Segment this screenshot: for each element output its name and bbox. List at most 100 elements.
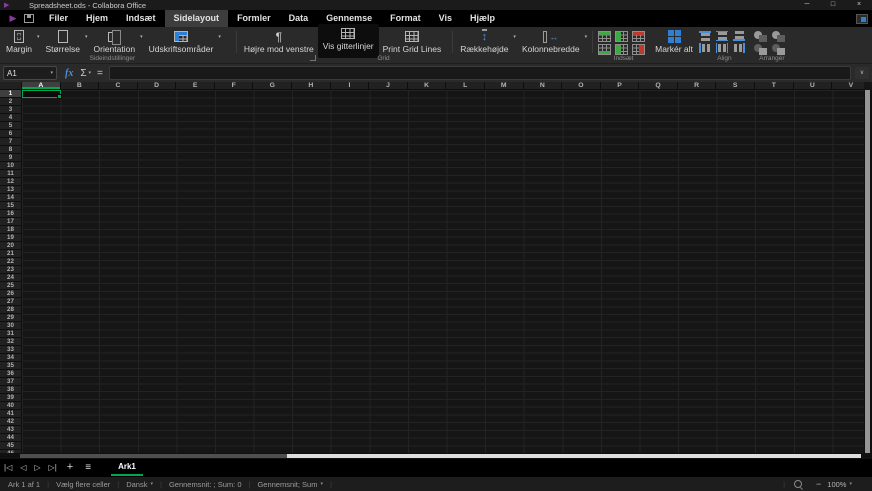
row-header-10[interactable]: 10	[0, 162, 21, 170]
row-header-20[interactable]: 20	[0, 242, 21, 250]
row-header-1[interactable]: 1	[0, 90, 21, 98]
row-header-28[interactable]: 28	[0, 306, 21, 314]
row-header-16[interactable]: 16	[0, 210, 21, 218]
show-gridlines-button[interactable]: Vis gitterlinjer	[317, 24, 379, 58]
sheet-tab-ark1[interactable]: Ark1	[111, 459, 143, 476]
minimize-button[interactable]: ─	[794, 0, 820, 10]
delete-columns-icon[interactable]	[632, 44, 646, 55]
column-header-U[interactable]: U	[794, 82, 833, 89]
column-header-R[interactable]: R	[678, 82, 717, 89]
menu-item-formler[interactable]: Formler	[228, 10, 280, 27]
select-all-corner[interactable]	[0, 82, 22, 90]
row-header-37[interactable]: 37	[0, 378, 21, 386]
row-header-6[interactable]: 6	[0, 130, 21, 138]
orientation-button[interactable]: Orientation	[90, 28, 140, 54]
column-header-Q[interactable]: Q	[639, 82, 678, 89]
column-header-A[interactable]: A	[22, 82, 61, 89]
sum-icon[interactable]: Σ	[80, 68, 86, 79]
column-header-M[interactable]: M	[485, 82, 524, 89]
column-header-S[interactable]: S	[716, 82, 755, 89]
function-wizard-icon[interactable]: fx	[65, 68, 73, 79]
row-header-24[interactable]: 24	[0, 274, 21, 282]
row-header-26[interactable]: 26	[0, 290, 21, 298]
column-header-H[interactable]: H	[292, 82, 331, 89]
first-sheet-icon[interactable]: |◁	[0, 459, 16, 476]
column-header-K[interactable]: K	[408, 82, 447, 89]
column-width-dropdown-icon[interactable]: ▾	[585, 34, 588, 40]
column-header-J[interactable]: J	[369, 82, 408, 89]
row-header-41[interactable]: 41	[0, 410, 21, 418]
row-header-31[interactable]: 31	[0, 330, 21, 338]
delete-rows-icon[interactable]	[632, 31, 646, 42]
row-header-18[interactable]: 18	[0, 226, 21, 234]
row-header-34[interactable]: 34	[0, 354, 21, 362]
menu-item-vis[interactable]: Vis	[430, 10, 461, 27]
zoom-dropdown-icon[interactable]: ▾	[849, 481, 852, 487]
row-header-14[interactable]: 14	[0, 194, 21, 202]
notebookbar-menu-icon[interactable]	[856, 13, 868, 24]
vertical-scrollbar[interactable]	[864, 90, 872, 453]
row-header-17[interactable]: 17	[0, 218, 21, 226]
column-header-V[interactable]: V	[832, 82, 864, 89]
bring-forward-icon[interactable]	[772, 31, 786, 42]
row-header-7[interactable]: 7	[0, 138, 21, 146]
row-header-32[interactable]: 32	[0, 338, 21, 346]
column-header-E[interactable]: E	[176, 82, 215, 89]
row-header-39[interactable]: 39	[0, 394, 21, 402]
last-sheet-icon[interactable]: ▷|	[45, 459, 61, 476]
row-header-5[interactable]: 5	[0, 122, 21, 130]
name-box[interactable]: A1 ▾	[3, 66, 57, 80]
row-header-43[interactable]: 43	[0, 426, 21, 434]
menu-item-hjem[interactable]: Hjem	[77, 10, 117, 27]
menu-item-data[interactable]: Data	[280, 10, 318, 27]
print-grid-lines-button[interactable]: Print Grid Lines	[379, 28, 446, 54]
row-header-33[interactable]: 33	[0, 346, 21, 354]
print-ranges-button[interactable]: Udskriftsområder	[145, 28, 218, 54]
selection-mode-status[interactable]: Vælg flere celler	[56, 480, 110, 489]
row-header-25[interactable]: 25	[0, 282, 21, 290]
row-height-button[interactable]: ↕ Rækkehøjde	[456, 28, 512, 54]
column-header-G[interactable]: G	[253, 82, 293, 89]
insert-rows-above-icon[interactable]	[598, 31, 612, 42]
row-header-23[interactable]: 23	[0, 266, 21, 274]
name-box-dropdown-icon[interactable]: ▾	[50, 70, 53, 76]
maximize-button[interactable]: □	[820, 0, 846, 10]
menu-item-indsaet[interactable]: Indsæt	[117, 10, 165, 27]
column-header-D[interactable]: D	[138, 82, 177, 89]
row-header-3[interactable]: 3	[0, 106, 21, 114]
menu-item-hjaelp[interactable]: Hjælp	[461, 10, 504, 27]
row-header-42[interactable]: 42	[0, 418, 21, 426]
row-header-8[interactable]: 8	[0, 146, 21, 154]
menu-item-filer[interactable]: Filer	[40, 10, 77, 27]
insert-columns-before-icon[interactable]	[615, 31, 629, 42]
column-header-P[interactable]: P	[601, 82, 640, 89]
align-top-icon[interactable]	[699, 31, 712, 41]
size-dropdown-icon[interactable]: ▾	[85, 34, 88, 40]
margin-dropdown-icon[interactable]: ▾	[37, 34, 40, 40]
vertical-scrollbar-thumb[interactable]	[865, 90, 870, 453]
app-logo-icon[interactable]: ▶	[6, 10, 20, 27]
row-height-dropdown-icon[interactable]: ▾	[513, 34, 516, 40]
row-header-19[interactable]: 19	[0, 234, 21, 242]
insert-rows-below-icon[interactable]	[598, 44, 612, 55]
margin-button[interactable]: Margin	[2, 28, 36, 54]
row-header-4[interactable]: 4	[0, 114, 21, 122]
horizontal-scrollbar-thumb[interactable]	[287, 454, 861, 458]
zoom-level[interactable]: 100%	[827, 480, 846, 489]
formula-bar-expand-icon[interactable]: ∨	[855, 67, 869, 79]
zoom-out-button[interactable]: −	[810, 479, 827, 489]
row-header-22[interactable]: 22	[0, 258, 21, 266]
horizontal-scrollbar-track[interactable]	[20, 454, 287, 458]
row-header-2[interactable]: 2	[0, 98, 21, 106]
page-settings-dialog-launcher-icon[interactable]	[309, 55, 316, 61]
align-bottom-icon[interactable]	[733, 31, 746, 41]
print-ranges-dropdown-icon[interactable]: ▾	[218, 34, 221, 40]
formula-input[interactable]	[108, 66, 851, 80]
row-header-9[interactable]: 9	[0, 154, 21, 162]
close-button[interactable]: ×	[846, 0, 872, 10]
align-right-icon[interactable]	[733, 43, 746, 53]
equals-icon[interactable]: =	[97, 68, 103, 79]
save-icon[interactable]	[24, 14, 34, 23]
sheet-area[interactable]	[22, 90, 864, 453]
column-width-button[interactable]: ↔ Kolonnebredde	[518, 28, 584, 54]
